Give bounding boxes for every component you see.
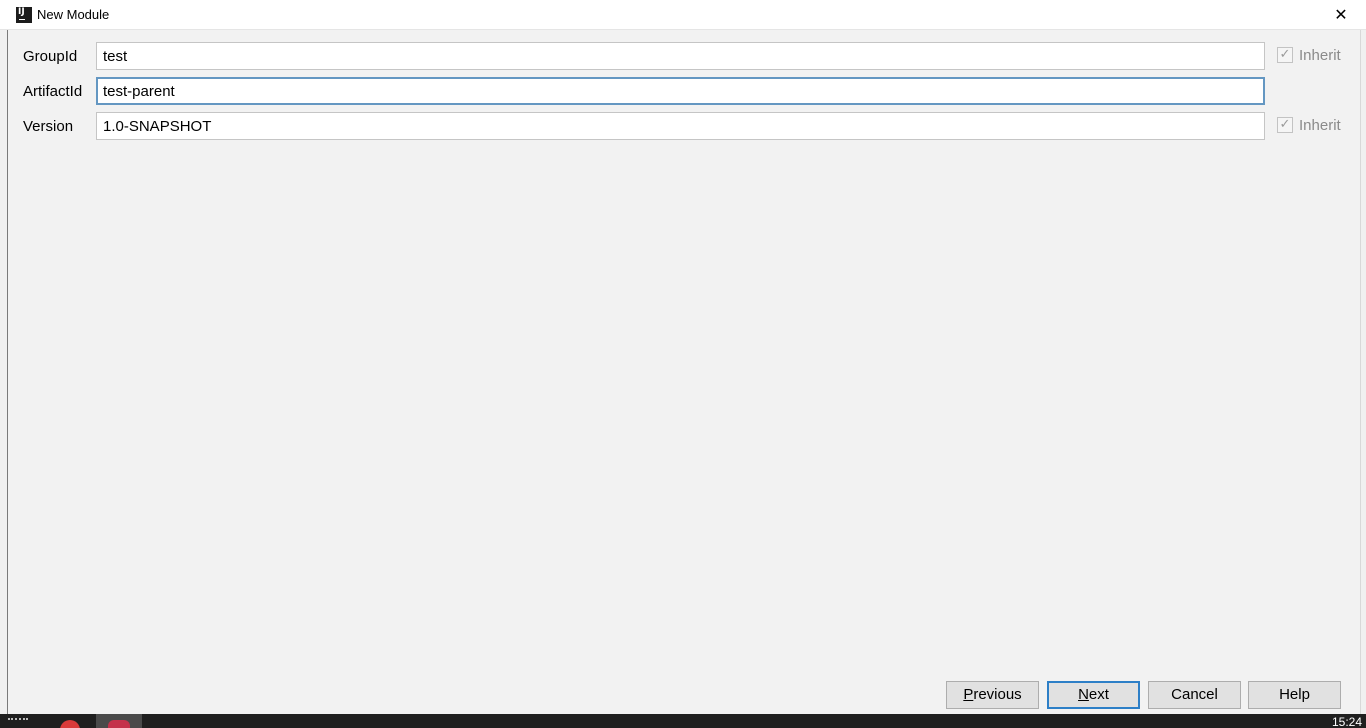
taskbar-browser-icon[interactable]: [60, 720, 80, 728]
close-icon: ✕: [1334, 5, 1348, 24]
next-button[interactable]: Next: [1047, 681, 1140, 709]
window-title: New Module: [37, 7, 110, 22]
groupid-inherit-checkbox[interactable]: ✓: [1277, 47, 1293, 63]
version-input[interactable]: [96, 112, 1265, 140]
previous-mnemonic: P: [963, 686, 974, 703]
new-module-dialog: IJ New Module ✕ GroupId ✓ Inherit Artifa…: [0, 0, 1366, 714]
version-label: Version: [23, 118, 74, 135]
previous-label-rest: revious: [973, 686, 1022, 703]
help-button[interactable]: Help: [1248, 681, 1341, 709]
taskbar: 15:24: [0, 714, 1366, 728]
groupid-label: GroupId: [23, 48, 78, 65]
check-icon: ✓: [1279, 47, 1291, 62]
groupid-input[interactable]: [96, 42, 1265, 70]
next-mnemonic: N: [1078, 686, 1089, 703]
taskbar-app-icon[interactable]: [8, 718, 28, 723]
version-inherit-label: Inherit: [1299, 117, 1341, 134]
taskbar-clock[interactable]: 15:24: [1332, 716, 1362, 728]
version-row: Version ✓ Inherit: [0, 112, 1366, 140]
intellij-icon: IJ: [16, 7, 32, 23]
artifactid-input[interactable]: [96, 77, 1265, 105]
title-bar[interactable]: IJ New Module ✕: [0, 0, 1366, 30]
groupid-inherit-label: Inherit: [1299, 47, 1341, 64]
previous-button[interactable]: Previous: [946, 681, 1039, 709]
taskbar-intellij-icon[interactable]: [108, 720, 130, 728]
check-icon: ✓: [1279, 117, 1291, 132]
artifactid-label: ArtifactId: [23, 83, 83, 100]
close-button[interactable]: ✕: [1326, 4, 1356, 26]
version-inherit-checkbox[interactable]: ✓: [1277, 117, 1293, 133]
groupid-row: GroupId ✓ Inherit: [0, 42, 1366, 70]
next-label-rest: ext: [1088, 686, 1109, 703]
artifactid-row: ArtifactId: [0, 77, 1366, 105]
cancel-button[interactable]: Cancel: [1148, 681, 1241, 709]
